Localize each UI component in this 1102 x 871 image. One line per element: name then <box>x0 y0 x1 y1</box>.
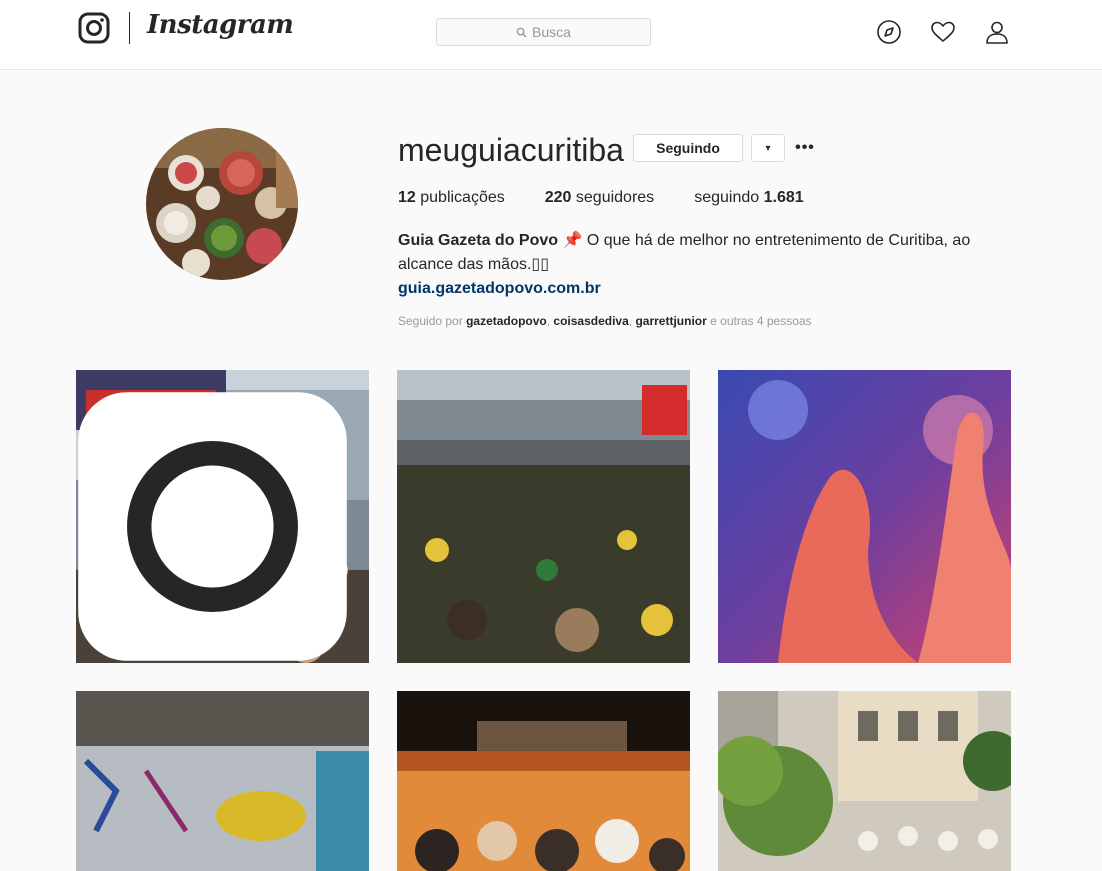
followed-by-user[interactable]: garrettjunior <box>635 314 706 328</box>
followers-count: 220 <box>544 189 572 206</box>
instagram-glyph-icon[interactable] <box>78 12 110 44</box>
following-count: 1.681 <box>763 189 804 206</box>
post-thumbnail[interactable] <box>76 691 369 871</box>
followed-by-suffix: e outras 4 pessoas <box>710 314 812 328</box>
followed-by-user[interactable]: coisasdediva <box>553 314 628 328</box>
compass-icon[interactable] <box>876 19 902 45</box>
search-icon <box>516 27 527 38</box>
following-label: seguindo <box>694 189 760 206</box>
profile-username: meuguiacuritiba <box>398 132 624 168</box>
post-thumbnail[interactable] <box>718 691 1011 871</box>
post-thumbnail[interactable] <box>397 691 690 871</box>
top-navbar: Instagram Busca <box>0 0 1102 70</box>
search-placeholder: Busca <box>532 24 571 40</box>
followed-by-prefix: Seguido por <box>398 314 463 328</box>
logo-divider <box>129 12 130 44</box>
more-options-button[interactable]: ••• <box>795 136 815 160</box>
post-thumbnail[interactable] <box>718 370 1011 663</box>
bio-trailing-glyphs: ▯▯ <box>531 256 550 273</box>
posts-label: publicações <box>420 189 505 206</box>
user-icon[interactable] <box>984 19 1010 45</box>
following-button[interactable]: Seguindo <box>633 134 743 162</box>
video-icon <box>78 392 347 661</box>
followed-by-line: Seguido por gazetadopovo, coisasdediva, … <box>398 314 812 328</box>
bio-website-link[interactable]: guia.gazetadopovo.com.br <box>398 277 988 301</box>
followed-by-user[interactable]: gazetadopovo <box>466 314 547 328</box>
pin-emoji: 📌 <box>562 232 583 249</box>
post-thumbnail[interactable] <box>76 370 369 663</box>
profile-bio: Guia Gazeta do Povo 📌 O que há de melhor… <box>398 229 988 301</box>
post-thumbnail[interactable] <box>397 370 690 663</box>
instagram-wordmark[interactable]: Instagram <box>147 10 294 40</box>
profile-avatar[interactable] <box>146 128 298 280</box>
posts-count: 12 <box>398 189 416 206</box>
followers-stat[interactable]: 220 seguidores <box>545 189 654 207</box>
suggestions-dropdown-button[interactable]: ▾ <box>751 134 785 162</box>
following-stat[interactable]: seguindo 1.681 <box>694 189 803 207</box>
bio-full-name: Guia Gazeta do Povo <box>398 232 559 249</box>
followers-label: seguidores <box>575 189 655 206</box>
heart-icon[interactable] <box>930 19 956 45</box>
search-input[interactable]: Busca <box>436 18 651 46</box>
posts-stat: 12 publicações <box>398 189 505 207</box>
profile-stats: 12 publicações 220 seguidores seguindo 1… <box>398 189 844 207</box>
